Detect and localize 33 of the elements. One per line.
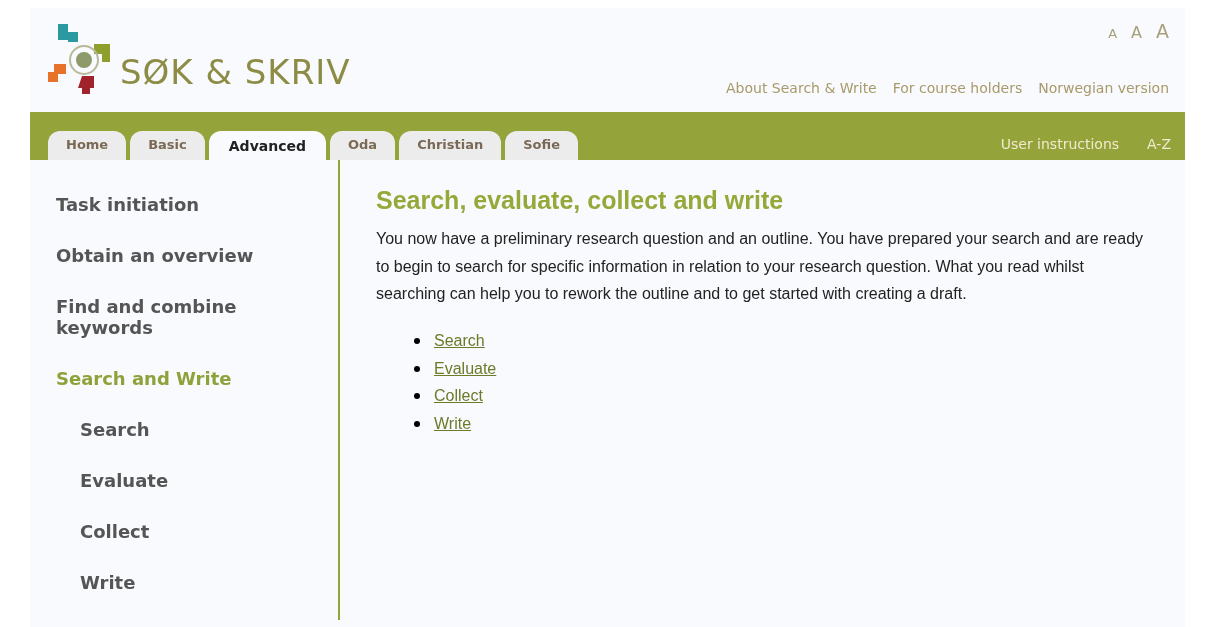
bar-link[interactable]: User instructions	[1000, 136, 1120, 152]
tab[interactable]: Advanced	[208, 131, 326, 160]
tab[interactable]: Home	[48, 131, 127, 160]
tab[interactable]: Sofie	[505, 131, 578, 160]
logo-text[interactable]: SØK & SKRIV	[120, 52, 351, 92]
sidebar-subitem[interactable]: Collect	[56, 521, 280, 542]
intro-paragraph: You now have a preliminary research question and an outline. You have prepared your search and are ready to begin to search for specific information in relation to your research question. What you read whilst searching can help you to rework the outline and to get started with creating a draft.	[376, 229, 1145, 304]
font-size-link[interactable]: A	[1108, 26, 1118, 41]
sidebar-item[interactable]: Find and combine keywords	[56, 296, 256, 338]
top-link[interactable]: About Search & Write	[726, 80, 877, 96]
bullet-icon	[414, 365, 420, 372]
sidebar-subitem[interactable]: Search	[56, 419, 280, 440]
page-heading: Search, evaluate, collect and write	[376, 186, 785, 215]
top-link[interactable]: For course holders	[892, 80, 1023, 96]
tab[interactable]: Basic	[130, 131, 205, 160]
top-link[interactable]: Norwegian version	[1038, 80, 1169, 96]
tab[interactable]: Christian	[399, 131, 502, 160]
content-link[interactable]: Write	[434, 414, 472, 433]
sidebar-item[interactable]: Obtain an overview	[56, 245, 256, 266]
sidebar-subitem[interactable]: Evaluate	[56, 470, 280, 491]
bullet-icon	[414, 420, 420, 427]
content-link[interactable]: Evaluate	[434, 359, 497, 378]
bullet-icon	[414, 338, 420, 345]
content-link[interactable]: Search	[434, 332, 485, 351]
bullet-icon	[414, 393, 420, 400]
bar-link[interactable]: A-Z	[1147, 136, 1171, 152]
content-link[interactable]: Collect	[434, 387, 483, 406]
sidebar-subitem[interactable]: Write	[56, 572, 280, 593]
font-size-link[interactable]: A	[1156, 20, 1169, 42]
font-size-link[interactable]: A	[1131, 23, 1142, 42]
tab[interactable]: Oda	[330, 131, 396, 160]
sidebar-item[interactable]: Task initiation	[56, 194, 256, 215]
sidebar-item[interactable]: Search and Write	[56, 368, 256, 389]
